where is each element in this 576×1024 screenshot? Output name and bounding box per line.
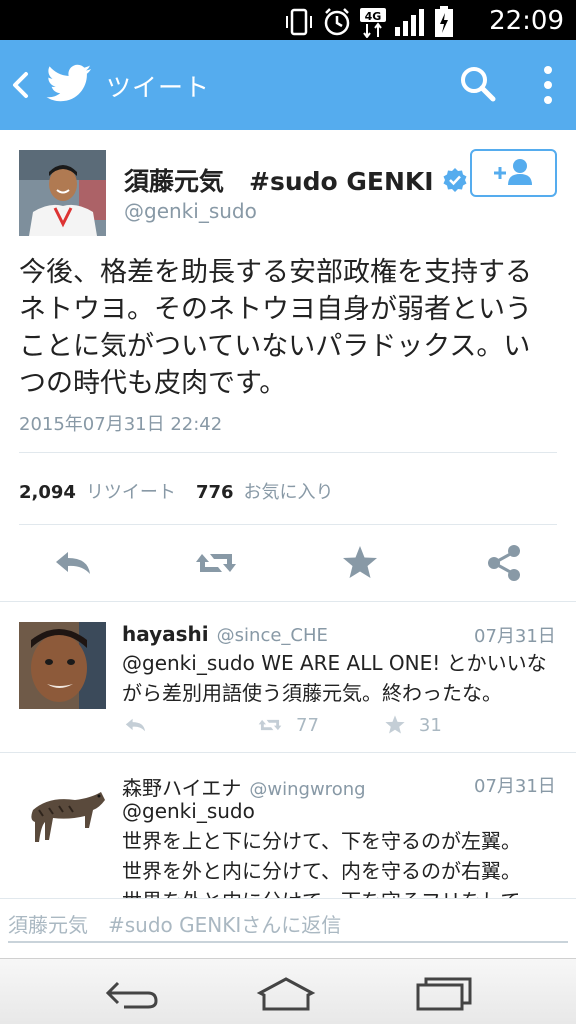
reply-compose-bar[interactable]: 須藤元気 #sudo GENKIさんに返信 (0, 898, 576, 956)
author-name[interactable]: 須藤元気 #sudo GENKI (124, 162, 434, 198)
svg-text:4G: 4G (365, 10, 382, 23)
reply-input[interactable]: 須藤元気 #sudo GENKIさんに返信 (8, 909, 341, 938)
tweet-timestamp: 2015年07月31日 22:42 (19, 414, 223, 435)
reply-text-line: 世界を上と下に分けて、下を守るのが左翼。 (122, 829, 521, 853)
back-icon[interactable] (8, 68, 32, 102)
reply-avatar[interactable] (19, 770, 106, 857)
tweet-actions (0, 540, 576, 590)
hyena-avatar-icon (19, 770, 106, 857)
reply-text-line: 世界を外と内に分けて、内を守るのが右翼。 (122, 859, 521, 883)
page-title: ツイート (106, 73, 211, 102)
nav-recents-icon[interactable] (414, 973, 474, 1013)
system-nav-bar (0, 958, 576, 1024)
avatar-photo (19, 622, 106, 709)
verified-badge-icon (443, 168, 467, 192)
reply-date: 07月31日 (474, 626, 556, 647)
nav-home-icon[interactable] (256, 973, 316, 1013)
add-user-icon (494, 159, 532, 185)
status-time: 22:09 (489, 6, 564, 36)
vibrate-icon (286, 8, 312, 36)
divider (19, 452, 557, 453)
network-4g-icon: 4G (360, 8, 386, 38)
reply-icon[interactable] (122, 712, 150, 738)
reply-author-handle: @since_CHE (216, 625, 328, 646)
favorite-count[interactable]: 776 (196, 482, 234, 503)
reply-author-name[interactable]: hayashi (122, 622, 209, 646)
favorite-star-icon[interactable] (338, 540, 382, 586)
retweet-icon[interactable] (194, 540, 238, 586)
reply-text-line: @genki_sudo WE ARE ALL ONE! とかいいな (122, 651, 547, 675)
divider (0, 601, 576, 602)
avatar[interactable] (19, 150, 106, 236)
divider (19, 524, 557, 525)
tweet-text: 今後、格差を助長する安部政権を支持するネトウヨ。そのネトウヨ自身が弱者ということ… (19, 257, 532, 399)
alarm-icon (324, 8, 350, 36)
status-icons: 4G (284, 6, 454, 38)
retweet-count[interactable]: 2,094 (19, 482, 76, 503)
input-underline (8, 941, 568, 943)
app-bar: ツイート (0, 40, 576, 130)
favorite-label[interactable]: お気に入り (244, 478, 334, 504)
favorite-star-icon[interactable] (381, 712, 409, 738)
reply-header: hayashi @since_CHE (122, 622, 328, 646)
reply-text: @genki_sudo WE ARE ALL ONE! とかいいな がら差別用語… (122, 648, 567, 708)
reply-favorite-count: 31 (418, 714, 442, 736)
reply-text-line: がら差別用語使う須藤元気。終わったな。 (122, 681, 502, 705)
tweet-stats: 2,094 リツイート 776 お気に入り (19, 478, 354, 504)
divider (0, 752, 576, 753)
reply-retweet-count: 77 (296, 714, 319, 736)
twitter-bird-icon[interactable] (46, 64, 92, 104)
reply-text-line: @genki_sudo (122, 799, 255, 823)
retweet-label[interactable]: リツイート (86, 478, 176, 504)
reply-avatar[interactable] (19, 622, 106, 709)
reply-date: 07月31日 (474, 776, 556, 797)
battery-charging-icon (435, 6, 453, 37)
search-icon[interactable] (458, 64, 498, 104)
retweet-icon[interactable] (254, 712, 286, 738)
nav-back-icon[interactable] (102, 973, 162, 1013)
follow-button[interactable] (470, 149, 557, 197)
more-vert-icon[interactable] (536, 64, 560, 106)
signal-icon (395, 9, 424, 36)
share-icon[interactable] (482, 540, 526, 586)
reply-icon[interactable] (52, 540, 96, 586)
reply-actions: 77 31 (122, 712, 442, 738)
author-row: 須藤元気 #sudo GENKI (124, 162, 468, 198)
screen: { "status_bar": { "time": "22:09", "netw… (0, 0, 576, 1024)
avatar-photo (19, 150, 106, 236)
author-handle: @genki_sudo (124, 199, 257, 223)
status-bar: 4G 22:09 (0, 0, 576, 40)
